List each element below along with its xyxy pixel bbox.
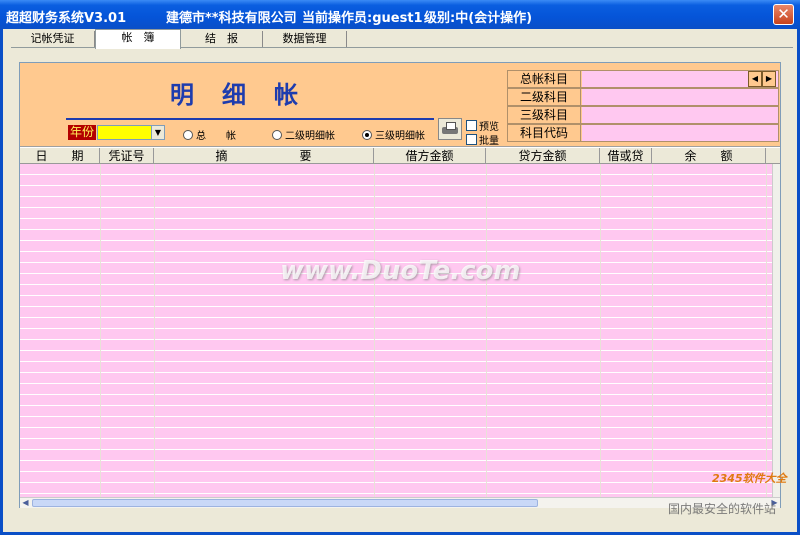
- ledger-header: 明细帐 年份 ▼ 总 帐 二级明细帐 三级明细帐 预览 批量 总帐科目 ◀ ▶ …: [20, 63, 780, 147]
- subject-row-code: 科目代码: [507, 124, 779, 142]
- col-date[interactable]: 日 期: [20, 148, 100, 164]
- radio-third-level[interactable]: 三级明细帐: [362, 127, 425, 142]
- grid-divider: [600, 164, 601, 497]
- chevron-right-icon[interactable]: ▶: [762, 71, 776, 87]
- col-voucher-no[interactable]: 凭证号: [100, 148, 154, 164]
- ledger-grid[interactable]: [20, 164, 772, 497]
- subject-row-general: 总帐科目 ◀ ▶: [507, 70, 779, 88]
- grid-divider: [486, 164, 487, 497]
- preview-checkbox[interactable]: 预览: [466, 118, 499, 133]
- batch-checkbox[interactable]: 批量: [466, 132, 499, 147]
- title-underline: [66, 118, 434, 120]
- subject-label: 科目代码: [508, 125, 581, 141]
- preview-label: 预览: [479, 122, 499, 133]
- chevron-down-icon[interactable]: ▼: [151, 126, 164, 139]
- tab-report[interactable]: 结 报: [181, 31, 263, 48]
- col-balance[interactable]: 余 额: [652, 148, 766, 164]
- radio-selected-icon: [362, 129, 372, 140]
- col-debit[interactable]: 借方金额: [374, 148, 486, 164]
- watermark-logo: 2345软件大全: [712, 472, 787, 485]
- chevron-left-icon[interactable]: ◀: [748, 71, 762, 87]
- subject-spin: ◀ ▶: [748, 71, 776, 87]
- subject-code-field[interactable]: [582, 125, 778, 141]
- subject-row-third: 三级科目: [507, 106, 779, 124]
- app-title: 超超财务系统V3.01: [6, 11, 127, 26]
- checkbox-icon: [466, 134, 477, 145]
- grid-divider: [154, 164, 155, 497]
- subject-selector: 总帐科目 ◀ ▶ 二级科目 三级科目 科目代码: [507, 70, 779, 142]
- grid-divider: [766, 164, 767, 497]
- operator-label: 当前操作员:guest1: [302, 11, 423, 26]
- subject-label: 二级科目: [508, 89, 581, 105]
- subject-label: 总帐科目: [508, 71, 581, 87]
- grid-divider: [100, 164, 101, 497]
- close-icon: ✕: [777, 5, 790, 23]
- watermark-sub: 国内最安全的软件站: [668, 502, 777, 516]
- year-label: 年份: [68, 125, 96, 140]
- col-credit[interactable]: 贷方金额: [486, 148, 600, 164]
- batch-label: 批量: [479, 136, 499, 147]
- print-button[interactable]: [438, 118, 462, 140]
- level-label: 级别:中(会计操作): [424, 11, 533, 26]
- grid-divider: [374, 164, 375, 497]
- horizontal-scrollbar[interactable]: ◀ ▶: [20, 497, 780, 508]
- col-summary[interactable]: 摘 要: [154, 148, 374, 164]
- table-header: 日 期 凭证号 摘 要 借方金额 贷方金额 借或贷 余 额: [20, 148, 780, 164]
- tab-voucher[interactable]: 记帐凭证: [11, 31, 95, 48]
- radio-general-ledger-label: 总 帐: [196, 131, 236, 142]
- col-debit-or-credit[interactable]: 借或贷: [600, 148, 652, 164]
- company-name: 建德市**科技有限公司: [166, 11, 297, 26]
- tab-ledger[interactable]: 帐 簿: [95, 29, 181, 49]
- radio-general-ledger[interactable]: 总 帐: [183, 127, 236, 142]
- ledger-title: 明细帐: [170, 80, 326, 109]
- radio-icon: [183, 129, 193, 140]
- third-subject-field[interactable]: [582, 107, 778, 123]
- radio-icon: [272, 129, 282, 140]
- grid-divider: [652, 164, 653, 497]
- subject-label: 三级科目: [508, 107, 581, 123]
- scroll-thumb[interactable]: [32, 499, 538, 507]
- vertical-scrollbar[interactable]: [772, 164, 780, 497]
- year-select[interactable]: ▼: [97, 125, 165, 140]
- second-subject-field[interactable]: [582, 89, 778, 105]
- tab-data-management[interactable]: 数据管理: [263, 31, 347, 48]
- subject-row-second: 二级科目: [507, 88, 779, 106]
- scroll-left-icon[interactable]: ◀: [20, 498, 31, 508]
- checkbox-icon: [466, 120, 477, 131]
- close-button[interactable]: ✕: [773, 4, 794, 25]
- radio-second-level[interactable]: 二级明细帐: [272, 127, 335, 142]
- radio-third-level-label: 三级明细帐: [375, 131, 425, 142]
- radio-second-level-label: 二级明细帐: [285, 131, 335, 142]
- watermark: www.DuoTe.com: [280, 256, 521, 286]
- title-bar: 超超财务系统V3.01 建德市**科技有限公司 当前操作员:guest1 级别:…: [0, 0, 800, 29]
